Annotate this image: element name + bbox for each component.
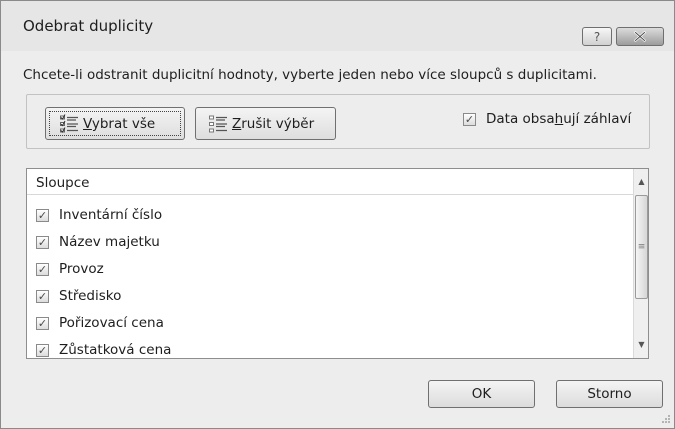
checkbox-checked-icon[interactable]: ✓ bbox=[36, 235, 49, 249]
list-item-inventarni-cislo[interactable]: ✓ Inventární číslo bbox=[36, 205, 162, 225]
columns-list-header: Sloupce bbox=[27, 169, 633, 195]
list-item-porizovaci-cena[interactable]: ✓ Pořizovací cena bbox=[36, 313, 164, 333]
resize-grip-icon[interactable] bbox=[659, 412, 671, 424]
help-button[interactable]: ? bbox=[582, 27, 612, 46]
dialog-title: Odebrat duplicity bbox=[23, 17, 154, 35]
select-all-label: Vybrat vše bbox=[83, 115, 156, 132]
close-button[interactable] bbox=[616, 27, 664, 46]
unselect-all-label: Zrušit výběr bbox=[232, 115, 315, 132]
select-all-button[interactable]: Vybrat vše bbox=[45, 107, 185, 140]
checkbox-checked-icon[interactable]: ✓ bbox=[36, 289, 49, 303]
grip-lines-icon: ≡ bbox=[637, 242, 646, 252]
checkbox-checked-icon[interactable]: ✓ bbox=[36, 262, 49, 276]
unselect-all-icon bbox=[209, 115, 227, 132]
checkbox-checked-icon[interactable]: ✓ bbox=[463, 112, 476, 126]
checkbox-checked-icon[interactable]: ✓ bbox=[36, 343, 49, 357]
list-item-nazev-majetku[interactable]: ✓ Název majetku bbox=[36, 232, 160, 252]
ok-button[interactable]: OK bbox=[428, 380, 535, 408]
unselect-all-button[interactable]: Zrušit výběr bbox=[195, 107, 336, 140]
scroll-up-icon[interactable]: ▲ bbox=[634, 172, 648, 190]
headers-checkbox-label: Data obsahují záhlaví bbox=[486, 111, 632, 127]
select-all-icon bbox=[60, 113, 78, 133]
instruction-text: Chcete-li odstranit duplicitní hodnoty, … bbox=[23, 67, 597, 83]
list-item-provoz[interactable]: ✓ Provoz bbox=[36, 259, 104, 279]
help-icon: ? bbox=[593, 29, 601, 44]
cancel-button[interactable]: Storno bbox=[556, 380, 663, 408]
remove-duplicates-dialog: Odebrat duplicity ? Chcete-li odstranit … bbox=[0, 0, 675, 429]
vertical-scrollbar[interactable]: ▲ ≡ ▼ bbox=[633, 169, 648, 358]
checkbox-checked-icon[interactable]: ✓ bbox=[36, 208, 49, 222]
list-item-zustatkova-cena[interactable]: ✓ Zůstatková cena bbox=[36, 340, 171, 358]
checkbox-checked-icon[interactable]: ✓ bbox=[36, 316, 49, 330]
scroll-thumb[interactable]: ≡ bbox=[635, 195, 648, 299]
list-item-stredisko[interactable]: ✓ Středisko bbox=[36, 286, 121, 306]
close-icon bbox=[634, 31, 646, 42]
scroll-down-icon[interactable]: ▼ bbox=[634, 335, 648, 353]
title-bar: Odebrat duplicity ? bbox=[1, 1, 674, 51]
headers-checkbox[interactable]: ✓ Data obsahují záhlaví bbox=[463, 111, 631, 127]
columns-list[interactable]: Sloupce ✓ Inventární číslo ✓ Název majet… bbox=[26, 168, 649, 359]
